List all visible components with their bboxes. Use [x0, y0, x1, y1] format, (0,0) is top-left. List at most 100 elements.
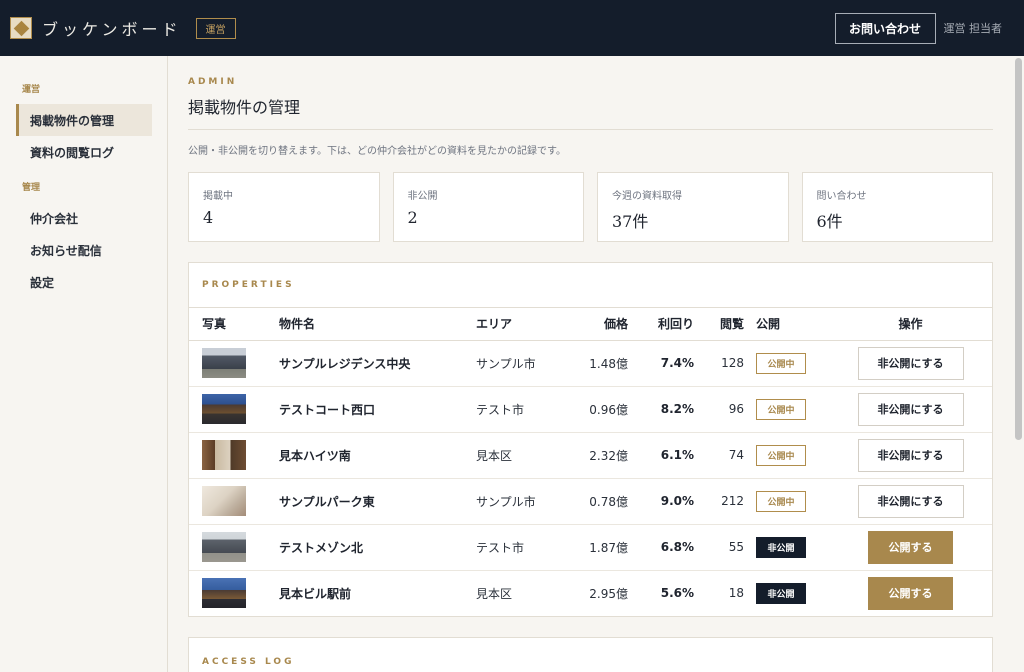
- property-views: 96: [694, 386, 744, 433]
- property-views: 212: [694, 478, 744, 525]
- nav-group-management: 管理: [22, 183, 41, 193]
- property-area: テスト市: [476, 386, 576, 433]
- stat-value: 37件: [612, 212, 649, 231]
- stat-value: 2: [407, 208, 418, 227]
- unpublish-button[interactable]: 非公開にする: [857, 346, 964, 380]
- column-header-price: 価格: [576, 308, 628, 341]
- stat-label: 掲載中: [203, 191, 233, 202]
- brand-name: ブッケンボード: [42, 20, 182, 39]
- status-badge: 公開中: [756, 352, 806, 374]
- table-row: 見本ビル駅前 見本区 2.95億 5.6% 18 非公開 公開する: [189, 570, 992, 616]
- property-yield: 7.4%: [628, 340, 694, 387]
- contact-button[interactable]: お問い合わせ: [834, 12, 936, 44]
- page-eyebrow: ADMIN: [188, 77, 238, 87]
- top-header: ブッケンボード 運営 お問い合わせ 運営 担当者: [0, 0, 1024, 56]
- status-badge: 公開中: [756, 444, 806, 466]
- status-badge: 公開中: [756, 490, 806, 512]
- properties-heading: PROPERTIES: [189, 263, 992, 308]
- sidebar-item-access-log[interactable]: 資料の閲覧ログ: [16, 136, 152, 168]
- column-header-name: 物件名: [279, 308, 476, 341]
- properties-panel: PROPERTIES 写真 物件名 エリア 価格 利回り 閲覧 公開 操作 サン…: [188, 262, 993, 617]
- property-area: サンプル市: [476, 478, 576, 525]
- publish-button[interactable]: 公開する: [868, 530, 953, 564]
- sidebar: 運営 掲載物件の管理 資料の閲覧ログ 管理 仲介会社 お知らせ配信 設定: [0, 56, 168, 672]
- property-photo[interactable]: [202, 486, 246, 516]
- column-header-area: エリア: [476, 308, 576, 341]
- property-price: 1.87億: [576, 524, 628, 571]
- property-area: 見本区: [476, 586, 513, 601]
- page-title: 掲載物件の管理: [188, 98, 301, 117]
- stat-label: 問い合わせ: [816, 191, 867, 202]
- sidebar-item-announcements[interactable]: お知らせ配信: [16, 234, 152, 266]
- property-name: サンプルレジデンス中央: [279, 340, 476, 387]
- stat-label: 今週の資料取得: [612, 191, 682, 202]
- status-badge: 非公開: [756, 536, 806, 558]
- table-row: テストメゾン北 テスト市 1.87億 6.8% 55 非公開 公開する: [189, 524, 992, 571]
- property-photo[interactable]: [202, 440, 246, 470]
- stat-card-listed: 掲載中 4: [188, 172, 380, 242]
- property-yield: 6.1%: [628, 432, 694, 479]
- column-header-actions: 操作: [829, 308, 992, 341]
- property-name: サンプルパーク東: [279, 478, 476, 525]
- property-photo[interactable]: [202, 578, 246, 609]
- property-photo[interactable]: [202, 532, 246, 562]
- column-header-public: 公開: [744, 308, 829, 341]
- access-log-panel: ACCESS LOG: [188, 637, 993, 672]
- property-area: テスト市: [476, 524, 576, 571]
- property-views: 128: [694, 340, 744, 387]
- property-yield: 9.0%: [628, 478, 694, 525]
- sidebar-item-brokers[interactable]: 仲介会社: [16, 202, 152, 234]
- access-log-heading: ACCESS LOG: [202, 657, 295, 667]
- main-content: ADMIN 掲載物件の管理 公開・非公開を切り替えます。下は、どの仲介会社がどの…: [188, 56, 993, 672]
- unpublish-button[interactable]: 非公開にする: [857, 438, 964, 472]
- role-badge: 運営: [195, 17, 236, 39]
- property-views: 18: [728, 586, 744, 601]
- nav-group-operations: 運営: [22, 85, 41, 95]
- property-price: 2.95億: [589, 586, 628, 601]
- stat-card-weekly-downloads: 今週の資料取得 37件: [597, 172, 789, 242]
- property-price: 0.78億: [576, 478, 628, 525]
- property-name: 見本ハイツ南: [279, 432, 476, 479]
- property-area: 見本区: [476, 432, 576, 479]
- property-area: サンプル市: [476, 340, 576, 387]
- property-views: 55: [694, 524, 744, 571]
- stats-row: 掲載中 4 非公開 2 今週の資料取得 37件 問い合わせ 6件: [188, 172, 993, 242]
- property-yield: 6.8%: [628, 524, 694, 571]
- column-header-views: 閲覧: [694, 308, 744, 341]
- title-divider: [188, 129, 993, 130]
- property-views: 74: [694, 432, 744, 479]
- stat-label: 非公開: [407, 191, 438, 202]
- sidebar-item-listings[interactable]: 掲載物件の管理: [16, 104, 152, 136]
- property-photo[interactable]: [202, 394, 246, 424]
- user-name: 運営 担当者: [943, 22, 1003, 35]
- unpublish-button[interactable]: 非公開にする: [857, 484, 964, 518]
- page-description: 公開・非公開を切り替えます。下は、どの仲介会社がどの資料を見たかの記録です。: [188, 146, 566, 157]
- status-badge: 公開中: [756, 398, 806, 420]
- table-header-row: 写真 物件名 エリア 価格 利回り 閲覧 公開 操作: [189, 308, 992, 341]
- property-price: 1.48億: [576, 340, 628, 387]
- property-name: 見本ビル駅前: [279, 586, 352, 601]
- table-row: テストコート西口 テスト市 0.96億 8.2% 96 公開中 非公開にする: [189, 386, 992, 433]
- property-price: 0.96億: [576, 386, 628, 433]
- stat-value: 4: [203, 208, 214, 227]
- property-price: 2.32億: [576, 432, 628, 479]
- stat-card-private: 非公開 2: [392, 172, 584, 242]
- properties-table: 写真 物件名 エリア 価格 利回り 閲覧 公開 操作 サンプルレジデンス中央 サ…: [189, 308, 992, 616]
- unpublish-button[interactable]: 非公開にする: [857, 392, 964, 426]
- column-header-photo: 写真: [189, 308, 279, 341]
- publish-button[interactable]: 公開する: [868, 576, 953, 610]
- table-row: サンプルレジデンス中央 サンプル市 1.48億 7.4% 128 公開中 非公開…: [189, 340, 992, 387]
- page-scrollbar[interactable]: [1015, 58, 1022, 440]
- stat-value: 6件: [816, 212, 843, 231]
- property-name: テストコート西口: [279, 386, 476, 433]
- property-name: テストメゾン北: [279, 524, 476, 571]
- property-yield: 8.2%: [628, 386, 694, 433]
- diamond-logo-icon: [10, 17, 32, 39]
- property-yield: 5.6%: [660, 586, 694, 601]
- property-photo[interactable]: [202, 348, 246, 378]
- column-header-yield: 利回り: [628, 308, 694, 341]
- sidebar-item-settings[interactable]: 設定: [16, 266, 152, 298]
- table-row: サンプルパーク東 サンプル市 0.78億 9.0% 212 公開中 非公開にする: [189, 478, 992, 525]
- table-row: 見本ハイツ南 見本区 2.32億 6.1% 74 公開中 非公開にする: [189, 432, 992, 479]
- status-badge: 非公開: [756, 582, 806, 604]
